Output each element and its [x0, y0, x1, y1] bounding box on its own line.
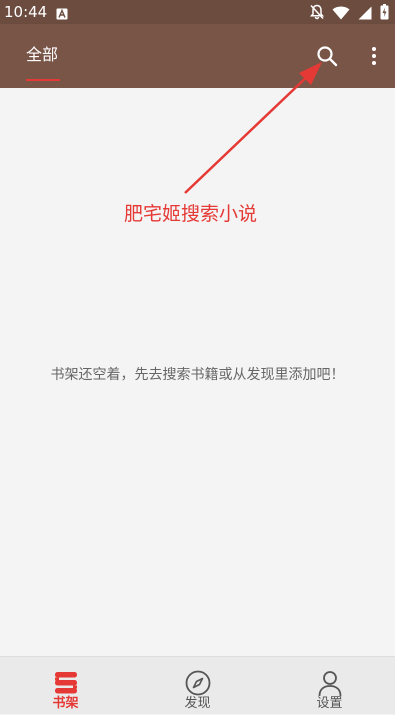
status-icons	[309, 4, 389, 24]
tab-all-label: 全部	[26, 45, 59, 64]
search-icon	[317, 46, 338, 67]
bookshelf-icon	[54, 672, 77, 694]
nav-item-bookshelf[interactable]: 书架	[0, 657, 131, 715]
person-icon	[318, 671, 341, 697]
bottom-nav: 书架 发现 设置	[0, 656, 395, 714]
font-download-icon	[56, 5, 68, 24]
battery-charging-icon	[380, 4, 389, 24]
status-time: 10:44	[4, 3, 48, 21]
nav-item-settings[interactable]: 设置	[264, 657, 395, 715]
status-bar: 10:44	[0, 0, 395, 24]
nav-item-discover[interactable]: 发现	[132, 657, 263, 715]
empty-state-message: 书架还空着，先去搜索书籍或从发现里添加吧！	[50, 367, 345, 383]
annotation-text: 肥宅姬搜索小说	[124, 203, 258, 225]
compass-icon	[185, 670, 210, 696]
nav-label-discover: 发现	[184, 696, 211, 711]
more-options-button[interactable]	[362, 40, 386, 72]
more-vert-icon	[372, 47, 376, 65]
nav-label-bookshelf: 书架	[52, 696, 79, 711]
toolbar: 全部	[0, 24, 395, 88]
tab-indicator	[26, 79, 60, 81]
notifications-off-icon	[309, 4, 325, 24]
signal-icon	[358, 5, 372, 24]
tab-all[interactable]: 全部	[26, 24, 60, 88]
nav-label-settings: 设置	[316, 696, 343, 711]
wifi-icon	[332, 5, 350, 24]
search-button[interactable]	[311, 40, 343, 72]
